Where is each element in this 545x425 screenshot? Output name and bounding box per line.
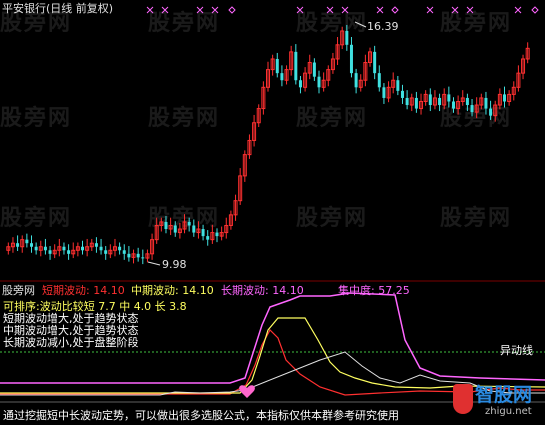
- candle-down: [349, 44, 353, 74]
- marker-cross: [376, 6, 384, 14]
- logo-brand: 智股网: [475, 384, 533, 406]
- candle-down: [118, 246, 122, 251]
- candle-down: [192, 225, 196, 233]
- candle-down: [373, 51, 377, 74]
- short-wave-label: 短期波动: 14.10: [42, 284, 125, 297]
- note-long: 长期波动减小,处于盘整阶段: [3, 336, 139, 349]
- candle-down: [81, 246, 85, 251]
- logo-url: zhigu.net: [485, 406, 532, 417]
- indicator-name: 股旁网: [2, 284, 35, 297]
- candle-down: [396, 80, 400, 91]
- candle-down: [382, 87, 386, 98]
- candle-down: [405, 97, 409, 106]
- signal-heart-icon: [239, 385, 255, 398]
- candle-down: [62, 246, 66, 251]
- candle-down: [94, 243, 98, 247]
- candle-down: [414, 97, 418, 109]
- mid-wave-label: 中期波动: 14.10: [131, 284, 214, 297]
- candle-down: [30, 243, 34, 247]
- candle-down: [187, 221, 191, 226]
- focus-label: 集中度: 57.25: [338, 284, 410, 297]
- candle-down: [312, 62, 316, 77]
- high-price-label: 16.39: [367, 20, 399, 33]
- candle-down: [173, 225, 177, 233]
- candle-down: [400, 90, 404, 98]
- high-pointer: [354, 21, 367, 28]
- low-price-label: 9.98: [162, 258, 187, 271]
- candle-down: [34, 246, 38, 251]
- long-wave-label: 长期波动: 14.10: [221, 284, 304, 297]
- candle-down: [484, 97, 488, 109]
- candle-down: [377, 73, 381, 88]
- candle-down: [489, 108, 493, 116]
- logo: 智股网 zhigu.net: [453, 380, 543, 424]
- candle-down: [43, 246, 47, 251]
- candle-down: [67, 250, 71, 254]
- candle-down: [294, 51, 298, 81]
- candle-down: [127, 253, 131, 258]
- marker-cross: [514, 6, 522, 14]
- marker-cross: [146, 6, 154, 14]
- candle-down: [25, 239, 29, 244]
- candle-down: [48, 250, 52, 254]
- anomaly-line-label: 异动线: [500, 344, 533, 357]
- candle-down: [317, 76, 321, 88]
- candle-down: [275, 58, 279, 74]
- marker-cross: [326, 6, 334, 14]
- marker-cross: [211, 6, 219, 14]
- candle-down: [206, 236, 210, 240]
- candle-down: [451, 101, 455, 109]
- low-pointer: [147, 261, 161, 266]
- marker-cross: [451, 6, 459, 14]
- logo-mark-icon: [453, 384, 473, 414]
- marker-cross: [341, 6, 349, 14]
- marker-diamond: [391, 6, 399, 14]
- marker-cross: [161, 6, 169, 14]
- candle-down: [465, 97, 469, 106]
- candle-down: [470, 105, 474, 113]
- marker-cross: [296, 6, 304, 14]
- chart-window: 股旁网 股旁网 股旁网 股旁网 股旁网 股旁网 股旁网 股旁网 股旁网 股旁网 …: [0, 0, 545, 425]
- footer-note: 通过挖掘短中长波动定势，可以做出很多选股公式，本指标仅供本群参考研究使用: [3, 409, 399, 422]
- marker-diamond: [228, 6, 236, 14]
- candle-down: [280, 73, 284, 81]
- candle-down: [345, 30, 349, 45]
- candle-down: [136, 253, 140, 258]
- marker-cross: [466, 6, 474, 14]
- candle-down: [164, 221, 168, 230]
- candle-down: [122, 250, 126, 254]
- candle-down: [99, 246, 103, 251]
- candle-down: [104, 250, 108, 254]
- candle-down: [298, 80, 302, 88]
- marker-diamond: [531, 6, 539, 14]
- candle-down: [428, 94, 432, 106]
- marker-cross: [196, 6, 204, 14]
- candle-down: [141, 257, 145, 259]
- marker-cross: [426, 6, 434, 14]
- candle-down: [354, 73, 358, 88]
- candle-down: [438, 97, 442, 106]
- chart-canvas: [0, 6, 545, 403]
- candle-down: [447, 94, 451, 102]
- candle-down: [201, 229, 205, 237]
- candle-down: [215, 232, 219, 237]
- candle-down: [16, 243, 20, 247]
- candle-down: [502, 94, 506, 102]
- chart-title: 平安银行(日线 前复权): [2, 2, 114, 15]
